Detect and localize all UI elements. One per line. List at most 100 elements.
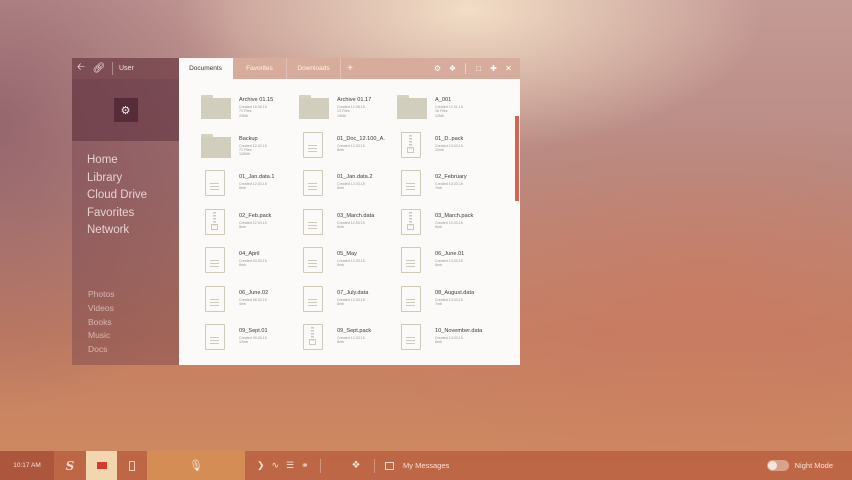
file-name: Backup (239, 135, 258, 142)
avatar[interactable]: ⚙ (113, 98, 138, 122)
folder-icon (201, 95, 231, 119)
messages-button[interactable]: My Messages (379, 461, 449, 470)
file-name: 01_Doc_12.100_A. (337, 135, 385, 142)
nav-item-network[interactable]: Network (87, 222, 179, 240)
user-label[interactable]: User (119, 65, 134, 72)
file-meta: Created 12.03.15 8mb (239, 221, 267, 230)
file-item[interactable]: Backup Created 12.02.15 71 Files 128Mb (199, 132, 294, 164)
tab-favorites[interactable]: Favorites (233, 58, 287, 79)
voice-input-button[interactable]: 🎙︎ (147, 451, 245, 480)
file-item[interactable]: A_001 Created 12.01.15 16 Files 12Mb (395, 93, 490, 125)
file-name: 01_D..pack (435, 135, 464, 142)
microphone-icon: 🎙︎ (189, 460, 203, 472)
maximize-icon[interactable]: □ (471, 58, 486, 79)
file-item[interactable]: 04_April Created 03.03.15 8mb (199, 247, 294, 279)
file-item[interactable]: 01_Jan.data.1 Created 12.03.15 8mb (199, 170, 294, 202)
file-meta: Created 06.02.15 4mb (239, 298, 267, 307)
file-item[interactable]: 06_June.02 Created 06.02.15 4mb (199, 285, 294, 318)
file-item[interactable]: Archive 01.17 Created 12.08.15 13 Files 19M… (297, 93, 392, 125)
close-icon[interactable]: ✕ (501, 58, 516, 79)
file-name: 05_May (337, 251, 357, 257)
nav-item-docs[interactable]: Docs (88, 343, 114, 357)
file-item[interactable]: 05_May Created 12.03.15 8mb (297, 247, 392, 279)
document-icon (205, 285, 225, 312)
file-name: 01_Jan.data.1 (239, 174, 275, 180)
divider (465, 63, 466, 74)
nav-item-books[interactable]: Books (88, 316, 114, 330)
back-arrow-icon[interactable]: 🡠 (72, 58, 90, 79)
file-meta: Created 12.03.15 8mb (337, 144, 365, 153)
nav-item-library[interactable]: Library (87, 170, 179, 188)
file-meta: Created 12.03.15 8mb (239, 182, 267, 191)
file-meta: Created 13.03.15 7mb (435, 298, 463, 307)
file-manager-window: 🡠 🔗︎ User ⚙ Home Library Cloud Drive Fav… (72, 58, 520, 365)
file-item[interactable]: 09_Sept.01 Created 09.06.15 12mb (199, 324, 294, 356)
file-item[interactable]: 01_Doc_12.100_A. Created 12.03.15 8mb (297, 131, 392, 164)
taskbar-files-button[interactable] (86, 451, 117, 480)
gear-icon[interactable]: ⚙ (430, 58, 445, 79)
night-mode-toggle[interactable] (766, 460, 789, 471)
nav-item-videos[interactable]: Videos (88, 302, 114, 316)
layers-icon[interactable]: ❖ (445, 58, 460, 79)
nav-item-cloud-drive[interactable]: Cloud Drive (87, 187, 179, 205)
menu-icon[interactable]: ☰ (286, 460, 294, 471)
window-controls: ⚙ ❖ □ ✚ ✕ (430, 58, 520, 79)
file-meta: Created 13.03.15 12mb (435, 144, 463, 153)
link-icon[interactable]: 🔗︎ (90, 58, 108, 79)
user-panel: ⚙ (72, 79, 179, 141)
file-meta: Created 15.06.15 71 Files 23Mb (239, 105, 267, 118)
file-item[interactable]: Archive 01.15 Created 15.06.15 71 Files 23M… (199, 93, 294, 125)
file-item[interactable]: 07_July.data Created 12.03.15 8mb (297, 285, 392, 318)
document-icon (205, 247, 225, 273)
nav-item-home[interactable]: Home (87, 152, 179, 170)
file-item[interactable]: 01_Jan.data.2 Created 12.03.15 8mb (297, 170, 392, 202)
file-meta: Created 13.03.15 8mb (435, 221, 463, 230)
zip-file-icon (401, 131, 421, 158)
file-item[interactable]: 01_D..pack Created 13.03.15 12mb (395, 131, 490, 164)
start-logo[interactable]: S (54, 451, 86, 480)
file-meta-line: 8mb (435, 263, 442, 268)
file-meta-line: 8mb (239, 224, 246, 229)
chevron-right-icon[interactable]: ❯ (257, 460, 265, 471)
nav-item-photos[interactable]: Photos (88, 288, 114, 302)
file-item[interactable]: 06_June.01 Created 13.03.15 8mb (395, 247, 490, 279)
file-meta-line: 8mb (239, 263, 246, 268)
apps-grid-icon[interactable]: ❖ (342, 460, 370, 471)
file-item[interactable]: 03_March.data Created 12.03.15 8mb (297, 208, 392, 241)
taskbar-phone-button[interactable] (117, 451, 147, 480)
file-meta-line: 8mb (337, 340, 344, 345)
folder-icon (397, 95, 427, 119)
file-item[interactable]: 09_Sept.pack Created 12.03.15 8mb (297, 324, 392, 356)
file-name: 10_November.data (435, 328, 483, 334)
add-icon[interactable]: ✚ (486, 58, 501, 79)
file-name: 08_August.data (435, 289, 475, 296)
wifi-icon[interactable]: ∿ (272, 460, 280, 471)
document-icon (303, 131, 323, 158)
file-name: 09_Sept.01 (239, 328, 268, 334)
divider (112, 62, 113, 75)
file-name: 04_April (239, 251, 260, 257)
file-meta-line: 8mb (337, 263, 344, 268)
tab-downloads[interactable]: Downloads (287, 58, 341, 79)
night-mode-control: Night Mode (766, 460, 852, 471)
file-item[interactable]: 02_Feb.pack Created 12.03.15 8mb (199, 208, 294, 241)
file-item[interactable]: 02_February Created 13.03.15 7mb (395, 170, 490, 202)
file-meta-line: 7mb (435, 186, 442, 191)
document-icon (401, 285, 421, 312)
file-meta: Created 12.03.15 8mb (337, 336, 365, 345)
scrollbar-thumb[interactable] (515, 116, 519, 201)
file-item[interactable]: 03_March.pack Created 13.03.15 8mb (395, 208, 490, 241)
folder-icon (299, 95, 329, 119)
new-tab-button[interactable]: + (341, 58, 359, 79)
file-meta-line: 128Mb (239, 152, 250, 157)
system-tray: ❯ ∿ ☰ ⚭ (245, 458, 342, 473)
nav-item-favorites[interactable]: Favorites (87, 205, 179, 223)
file-list: Archive 01.15 Created 15.06.15 71 Files 23M… (179, 79, 520, 365)
file-meta-line: 7mb (435, 301, 442, 306)
headphones-icon[interactable]: ⚭ (301, 460, 309, 471)
tab-documents[interactable]: Documents (179, 58, 233, 79)
nav-item-music[interactable]: Music (88, 329, 114, 343)
file-item[interactable]: 10_November.data Created 14.03.15 8mb (395, 324, 490, 356)
file-item[interactable]: 08_August.data Created 13.03.15 7mb (395, 285, 490, 318)
file-name: 03_March.pack (435, 212, 474, 219)
